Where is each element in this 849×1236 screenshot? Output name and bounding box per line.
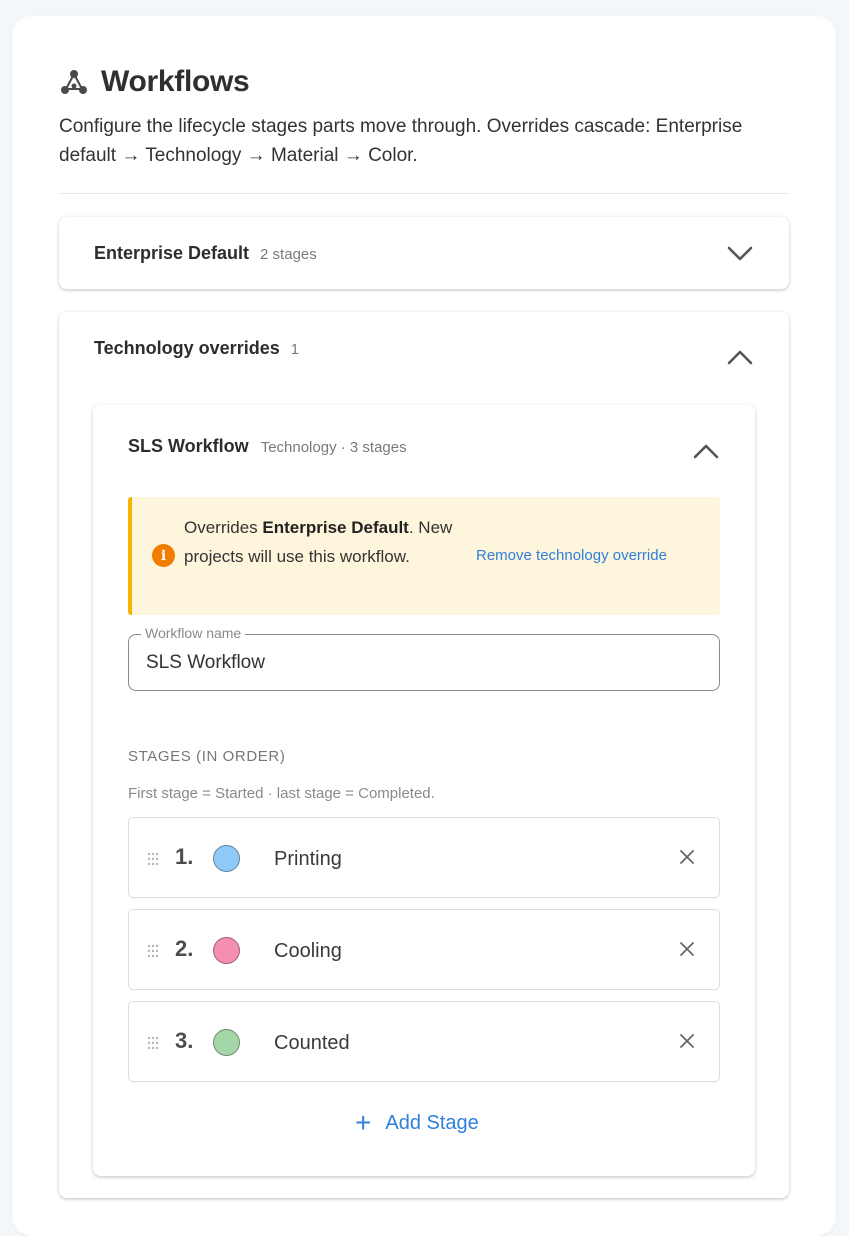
technology-overrides-title: Technology overrides <box>94 337 280 358</box>
stage-number: 3. <box>175 1028 194 1053</box>
stage-number: 1. <box>175 844 194 869</box>
page-description: Configure the lifecycle stages parts mov… <box>59 116 743 166</box>
stage-name[interactable]: Printing <box>274 848 342 871</box>
technology-overrides-accordion: Technology overrides 1 SLS Workflow Tech… <box>59 312 789 1198</box>
technology-overrides-count: 1 <box>290 340 300 358</box>
remove-technology-override-link[interactable]: Remove technology override <box>476 547 667 564</box>
close-icon[interactable] <box>675 845 699 869</box>
stage-color-swatch[interactable] <box>213 845 240 872</box>
close-icon[interactable] <box>675 1029 699 1053</box>
stage-row: 2. Cooling <box>128 909 720 990</box>
stage-number: 2. <box>175 936 194 961</box>
stages-hint: First stage = Started · last stage = Com… <box>128 785 435 802</box>
add-stage-label: Add Stage <box>385 1111 479 1134</box>
stage-color-swatch[interactable] <box>213 1029 240 1056</box>
drag-handle-icon[interactable] <box>147 852 159 866</box>
workflow-graph-icon <box>59 67 89 97</box>
workflow-subtitle: Technology · 3 stages <box>260 438 407 456</box>
drag-handle-icon[interactable] <box>147 1036 159 1050</box>
enterprise-default-stage-count: 2 stages <box>260 245 317 263</box>
stage-color-swatch[interactable] <box>213 937 240 964</box>
workflow-name-field: Workflow name <box>128 625 720 691</box>
plus-icon: + <box>355 1107 372 1138</box>
header-divider <box>59 193 789 194</box>
close-icon[interactable] <box>675 937 699 961</box>
sls-workflow-panel: SLS Workflow Technology · 3 stages i Ove… <box>93 405 755 1176</box>
page-title: Workflows <box>101 65 250 98</box>
override-alert-text: Overrides Enterprise Default. New projec… <box>184 518 453 566</box>
workflow-title: SLS Workflow <box>128 435 249 456</box>
enterprise-default-accordion[interactable]: Enterprise Default 2 stages <box>59 217 789 289</box>
sls-workflow-header[interactable]: SLS Workflow Technology · 3 stages <box>128 429 407 463</box>
stage-name[interactable]: Cooling <box>274 940 342 963</box>
workflows-card: Workflows Configure the lifecycle stages… <box>12 16 836 1236</box>
drag-handle-icon[interactable] <box>147 944 159 958</box>
stage-name[interactable]: Counted <box>274 1032 350 1055</box>
enterprise-default-title: Enterprise Default <box>94 242 250 263</box>
override-alert: i Overrides Enterprise Default. New proj… <box>128 497 720 615</box>
workflow-name-label: Workflow name <box>141 625 246 641</box>
stages-heading: STAGES (IN ORDER) <box>128 748 286 765</box>
stage-row: 3. Counted <box>128 1001 720 1082</box>
chevron-down-icon[interactable] <box>726 239 754 267</box>
page-header: Workflows Configure the lifecycle stages… <box>59 64 789 170</box>
chevron-up-icon[interactable] <box>726 344 754 372</box>
add-stage-button[interactable]: + Add Stage <box>355 1108 479 1138</box>
chevron-up-icon[interactable] <box>692 438 720 466</box>
info-icon: i <box>152 544 175 567</box>
technology-overrides-header[interactable]: Technology overrides 1 <box>94 312 299 384</box>
stage-row: 1. Printing <box>128 817 720 898</box>
workflow-name-input[interactable] <box>146 647 696 679</box>
